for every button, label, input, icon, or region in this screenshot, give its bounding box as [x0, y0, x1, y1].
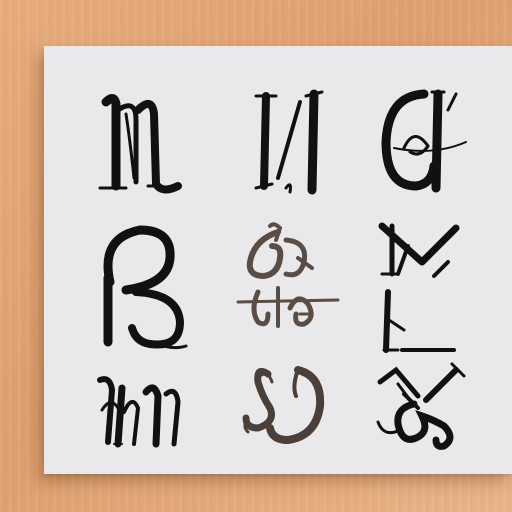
- glyph-x-loop: [376, 362, 466, 450]
- glyph-n-italic: [254, 89, 324, 195]
- specimen-card: [44, 46, 512, 474]
- glyph-grid: [44, 46, 512, 474]
- glyph-n-zigzag: [378, 222, 460, 353]
- glyph-a-loop: [381, 89, 467, 193]
- glyph-ornament-flourish: [236, 222, 340, 328]
- glyph-w-swash: [97, 376, 181, 448]
- glyph-b-round: [103, 225, 188, 350]
- glyph-m-blackletter: [98, 94, 182, 194]
- glyph-s-curl: [242, 366, 325, 445]
